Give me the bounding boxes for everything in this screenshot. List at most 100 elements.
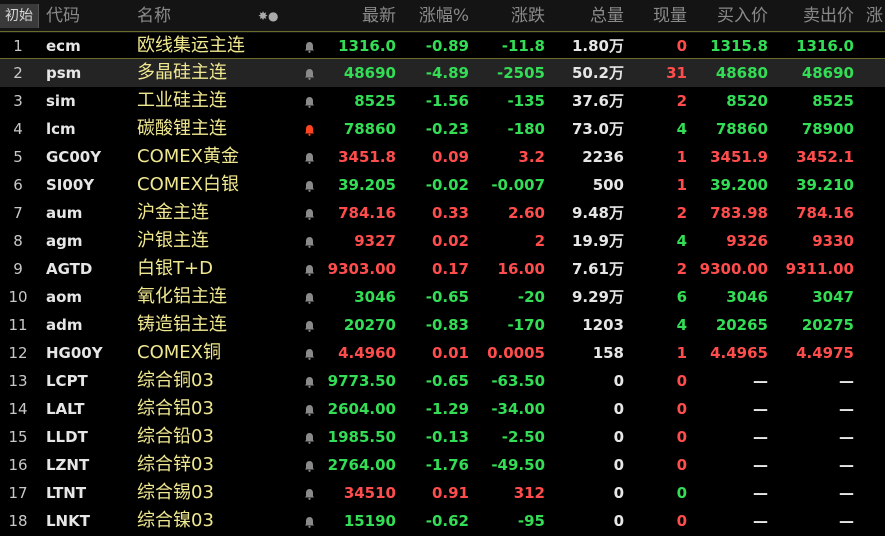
contract-code: LZNT [46,456,90,474]
table-row[interactable]: 2 psm 多晶硅主连 48690 -4.89 -2505 50.2万 31 48680 4869… [0,59,885,87]
total-volume: 158 [592,344,624,362]
table-row[interactable]: 6 SI00Y COMEX白银 39.205 -0.02 -0.007 500 1 39.200… [0,171,885,199]
bell-icon[interactable] [301,255,317,283]
change-amount: 0.0005 [487,344,545,362]
table-row[interactable]: 4 lcm 碳酸锂主连 78860 -0.23 -180 73.0万 4 78860 78900 [0,115,885,143]
column-header-settings-icons[interactable]: ✸● [258,0,290,33]
table-row[interactable]: 8 agm 沪银主连 9327 0.02 2 19.9万 4 9326 9330 [0,227,885,255]
ask-price: 78900 [801,120,854,138]
contract-code: LNKT [46,512,90,530]
table-row[interactable]: 10 aom 氧化铝主连 3046 -0.65 -20 9.29万 6 3046 3047 [0,283,885,311]
bell-icon[interactable] [301,339,317,367]
contract-code: lcm [46,120,76,138]
row-index: 16 [8,456,28,474]
current-volume: 0 [676,400,687,418]
bell-icon[interactable] [301,395,317,423]
last-price: 15190 [343,512,396,530]
bell-icon[interactable] [301,283,317,311]
current-volume: 6 [676,288,687,306]
column-header-extra[interactable]: 涨 [866,0,885,33]
column-header-bid[interactable]: 买入价 [690,0,768,33]
contract-code: SI00Y [46,176,95,194]
change-amount: -2505 [497,64,545,82]
bell-icon[interactable] [301,311,317,339]
table-row[interactable]: 12 HG00Y COMEX铜 4.4960 0.01 0.0005 158 1 4.4965 4… [0,339,885,367]
column-header-name[interactable]: 名称 [137,0,217,33]
change-percent: 0.91 [431,484,469,502]
table-row[interactable]: 18 LNKT 综合镍03 15190 -0.62 -95 0 0 — — [0,507,885,535]
ask-price: 48690 [801,64,854,82]
contract-name: 沪银主连 [137,230,209,251]
total-volume: 500 [592,176,624,194]
change-percent: -0.65 [425,288,469,306]
last-price: 3046 [354,288,396,306]
total-volume: 73.0万 [571,120,624,138]
contract-code: aom [46,288,83,306]
contract-code: ecm [46,37,81,55]
column-header-volume[interactable]: 总量 [548,0,624,33]
row-index: 5 [13,148,23,166]
bid-price: — [753,428,768,446]
row-index: 13 [8,372,28,390]
bell-icon[interactable] [301,171,317,199]
table-row[interactable]: 15 LLDT 综合铅03 1985.50 -0.13 -2.50 0 0 — — [0,423,885,451]
table-row[interactable]: 11 adm 铸造铝主连 20270 -0.83 -170 1203 4 20265 20275 [0,311,885,339]
last-price: 48690 [343,64,396,82]
corner-button[interactable]: 初始 [0,4,39,28]
change-percent: -0.23 [425,120,469,138]
last-price: 784.16 [338,204,396,222]
bell-icon[interactable] [301,451,317,479]
change-percent: -4.89 [425,64,469,82]
contract-name: 综合锌03 [137,454,214,475]
table-row[interactable]: 5 GC00Y COMEX黄金 3451.8 0.09 3.2 2236 1 3451.9 345… [0,143,885,171]
bid-price: — [753,372,768,390]
bid-price: — [753,512,768,530]
column-header-pct[interactable]: 涨幅% [400,0,469,33]
current-volume: 0 [676,428,687,446]
change-amount: -2.50 [501,428,545,446]
bell-icon[interactable] [301,367,317,395]
contract-name: 铸造铝主连 [137,314,227,335]
ask-price: — [839,484,854,502]
contract-name: 综合铝03 [137,398,214,419]
bid-price: 48680 [715,64,768,82]
ask-price: 784.16 [796,204,854,222]
total-volume: 0 [613,484,624,502]
change-amount: 2.60 [507,204,545,222]
table-row[interactable]: 9 AGTD 白银T+D 9303.00 0.17 16.00 7.61万 2 9300.00 9… [0,255,885,283]
bid-price: 9326 [726,232,768,250]
bell-icon[interactable] [301,143,317,171]
table-row[interactable]: 14 LALT 综合铝03 2604.00 -1.29 -34.00 0 0 — — [0,395,885,423]
row-index: 3 [13,92,23,110]
table-row[interactable]: 3 sim 工业硅主连 8525 -1.56 -135 37.6万 2 8520 8525 [0,87,885,115]
column-header-code[interactable]: 代码 [46,0,116,33]
total-volume: 0 [613,372,624,390]
bell-icon[interactable] [301,199,317,227]
table-row[interactable]: 17 LTNT 综合锡03 34510 0.91 312 0 0 — — [0,479,885,507]
current-volume: 0 [676,37,687,55]
total-volume: 2236 [582,148,624,166]
ask-price: 39.210 [796,176,854,194]
bell-icon[interactable] [301,479,317,507]
column-header-last[interactable]: 最新 [320,0,396,33]
bid-price: 1315.8 [710,37,768,55]
column-header-current-volume[interactable]: 现量 [628,0,687,33]
table-row[interactable]: 7 aum 沪金主连 784.16 0.33 2.60 9.48万 2 783.98 784.16 [0,199,885,227]
bell-icon[interactable] [301,507,317,535]
bell-icon[interactable] [301,423,317,451]
column-header-ask[interactable]: 卖出价 [772,0,854,33]
bell-icon[interactable] [301,59,317,87]
contract-name: 综合镍03 [137,510,214,531]
bell-icon[interactable] [301,87,317,115]
table-row[interactable]: 1 ecm 欧线集运主连 1316.0 -0.89 -11.8 1.80万 0 1315.8 13… [0,31,885,59]
column-header-chg[interactable]: 涨跌 [472,0,545,33]
contract-name: 工业硅主连 [137,90,227,111]
bell-icon[interactable] [301,32,317,60]
contract-name: 白银T+D [137,258,213,279]
table-row[interactable]: 16 LZNT 综合锌03 2764.00 -1.76 -49.50 0 0 — — [0,451,885,479]
bell-icon[interactable] [301,227,317,255]
ask-price: 3452.1 [796,148,854,166]
change-percent: 0.17 [431,260,469,278]
table-row[interactable]: 13 LCPT 综合铜03 9773.50 -0.65 -63.50 0 0 — — [0,367,885,395]
bell-icon[interactable] [301,115,317,143]
